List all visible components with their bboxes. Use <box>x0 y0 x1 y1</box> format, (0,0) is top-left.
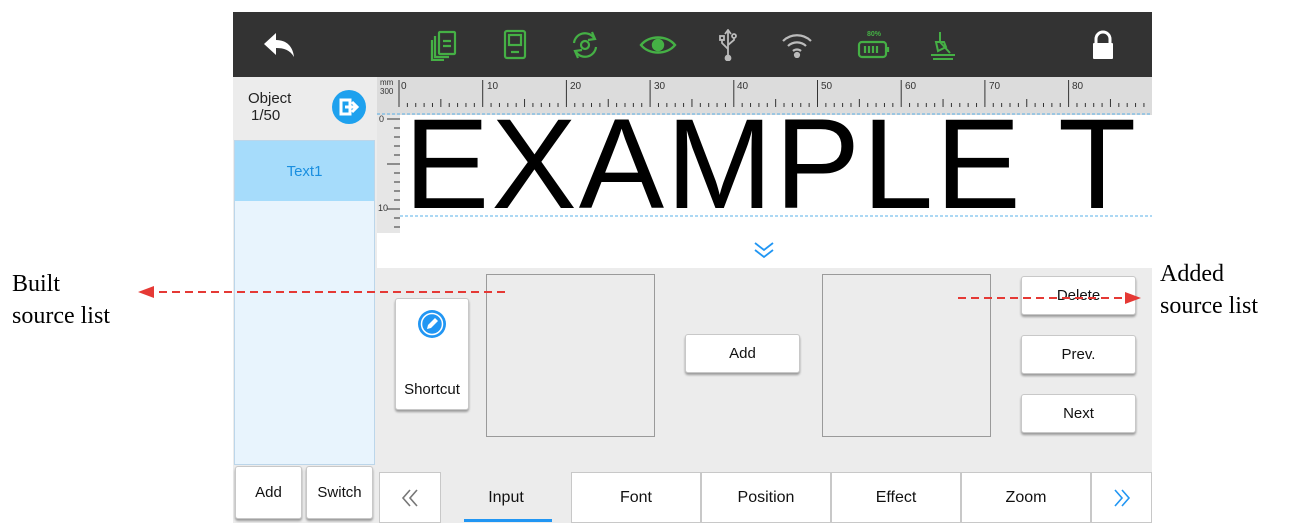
ruler-tick-label: 30 <box>654 81 666 92</box>
ruler-tick-label: 0 <box>379 114 385 124</box>
shortcut-label: Shortcut <box>404 381 460 398</box>
files-icon[interactable] <box>424 12 464 77</box>
annotation-added-source-list: Added source list <box>1160 258 1258 322</box>
delete-button[interactable]: Delete <box>1021 276 1136 315</box>
tab-scroll-left[interactable] <box>379 472 441 523</box>
lock-icon[interactable] <box>1083 12 1123 77</box>
annotation-line: source list <box>12 303 110 329</box>
tab-input-label: Input <box>488 488 524 506</box>
object-count: 1/50 <box>251 107 281 124</box>
built-source-list[interactable] <box>486 274 655 437</box>
ruler-tick-label: 60 <box>905 81 917 92</box>
ruler-tick-label: 10 <box>487 81 499 92</box>
annotation-line: Built <box>12 271 61 297</box>
annotation-line: Added <box>1160 261 1224 287</box>
battery-label: 80% <box>866 30 881 38</box>
vertical-ruler: 0 10 <box>377 114 400 233</box>
vertical-ruler-ticks <box>387 118 400 228</box>
tab-input[interactable]: Input <box>441 472 571 523</box>
added-source-list[interactable] <box>822 274 991 437</box>
wifi-icon <box>777 12 817 77</box>
device-icon[interactable] <box>495 12 535 77</box>
ruler-tick-label: 0 <box>401 81 407 92</box>
ruler-tick-label: 80 <box>1072 81 1084 92</box>
horizontal-ruler: mm 300 0 10 20 30 40 50 60 70 80 <box>377 77 1152 115</box>
back-arrow-icon[interactable] <box>257 12 301 77</box>
ruler-tick-label: 70 <box>989 81 1001 92</box>
print-area-boundary <box>400 215 1152 217</box>
double-chevron-right-icon <box>1113 488 1130 507</box>
ruler-tick-label: 50 <box>821 81 833 92</box>
print-preview-canvas[interactable]: EXAMPLE T <box>400 115 1152 218</box>
switch-button[interactable]: Switch <box>306 466 373 519</box>
add-object-button[interactable]: Add <box>235 466 302 519</box>
top-toolbar: 80% <box>233 12 1152 77</box>
expand-bar[interactable] <box>377 233 1152 268</box>
pencil-icon <box>418 310 446 338</box>
double-chevron-left-icon <box>401 488 418 507</box>
tab-font[interactable]: Font <box>571 472 701 523</box>
exit-icon <box>339 98 360 116</box>
double-chevron-down-icon[interactable] <box>753 240 775 260</box>
object-list-item[interactable]: Text1 <box>235 141 374 201</box>
tab-position[interactable]: Position <box>701 472 831 523</box>
annotation-built-source-list: Built source list <box>12 268 110 332</box>
ruler-tick-label: 20 <box>570 81 582 92</box>
ruler-tick-label: 40 <box>737 81 749 92</box>
prev-button[interactable]: Prev. <box>1021 335 1136 374</box>
ruler-tick-label: 10 <box>378 203 389 213</box>
add-source-button[interactable]: Add <box>685 334 800 373</box>
battery-icon: 80% <box>850 12 898 77</box>
active-tab-indicator <box>464 519 552 522</box>
next-button[interactable]: Next <box>1021 394 1136 433</box>
shortcut-button[interactable]: Shortcut <box>395 298 469 410</box>
exit-object-button[interactable] <box>332 90 366 124</box>
tab-effect[interactable]: Effect <box>831 472 961 523</box>
object-counter: Object 1/50 <box>248 90 318 124</box>
eye-icon[interactable] <box>636 12 680 77</box>
tab-scroll-right[interactable] <box>1091 472 1152 523</box>
tab-zoom[interactable]: Zoom <box>961 472 1091 523</box>
ink-icon[interactable] <box>925 12 961 77</box>
sync-icon[interactable] <box>563 12 607 77</box>
annotation-line: source list <box>1160 293 1258 319</box>
object-label: Object <box>248 90 292 107</box>
usb-icon <box>713 12 743 77</box>
